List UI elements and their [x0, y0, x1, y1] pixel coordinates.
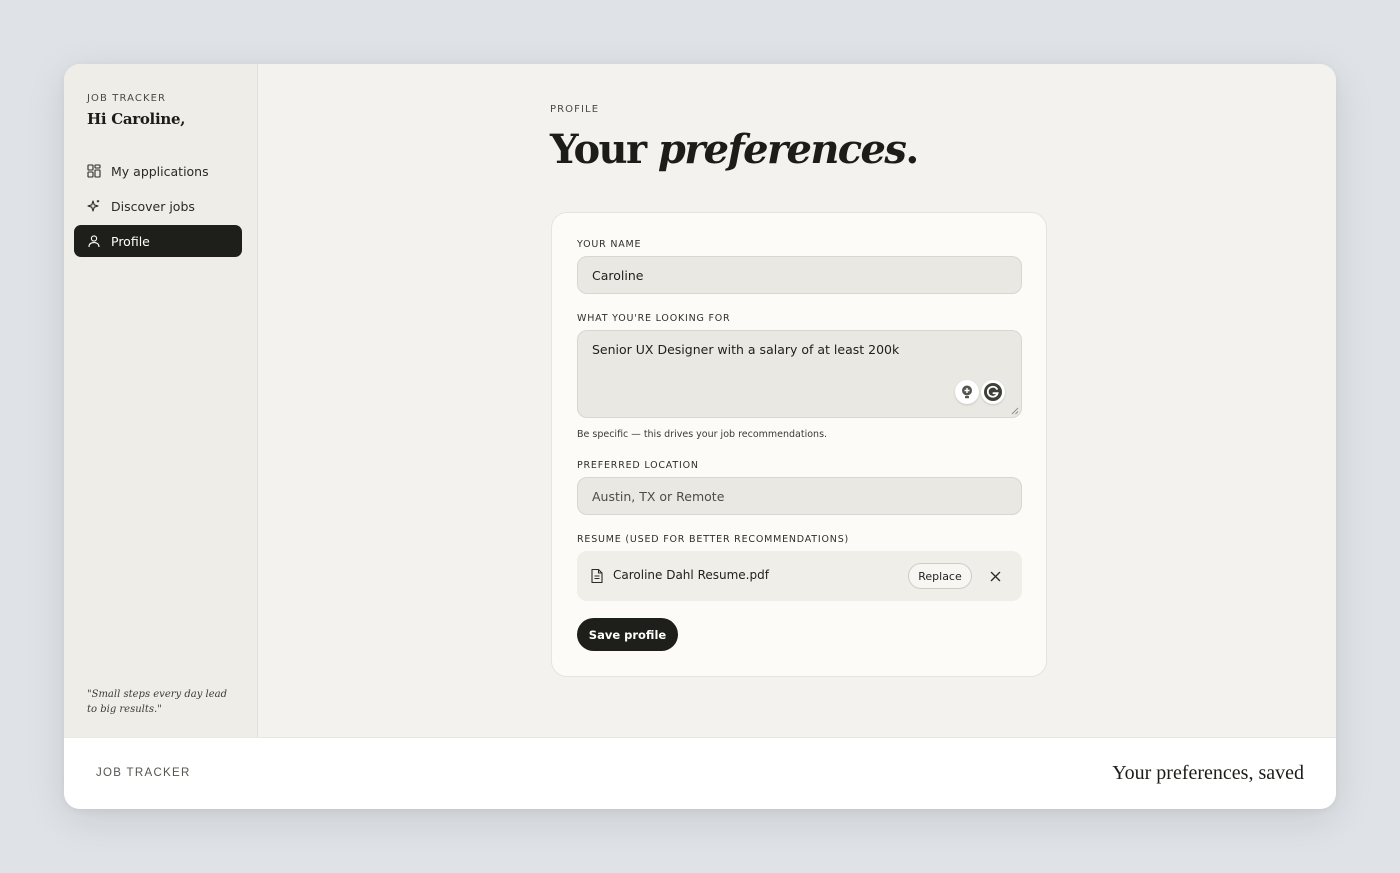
- resume-label: RESUME (USED FOR BETTER RECOMMENDATIONS): [577, 534, 850, 545]
- save-profile-button[interactable]: Save profile: [577, 618, 678, 651]
- title-plain: Your: [550, 126, 658, 173]
- page-eyebrow: PROFILE: [550, 104, 600, 115]
- sparkle-icon: [87, 200, 100, 212]
- sidebar-item-label: Profile: [111, 233, 150, 249]
- hint-bulb-icon[interactable]: [955, 380, 979, 404]
- footer-status: Your preferences, saved: [1112, 762, 1304, 784]
- footer-brand: JOB TRACKER: [96, 767, 191, 779]
- location-label: PREFERRED LOCATION: [577, 460, 699, 471]
- name-label: YOUR NAME: [577, 239, 642, 250]
- close-icon: [990, 571, 1000, 581]
- sidebar-item-label: My applications: [111, 163, 209, 179]
- looking-for-hint: Be specific — this drives your job recom…: [577, 429, 828, 440]
- extension-icons: [955, 379, 1005, 405]
- grid-icon: [87, 164, 101, 178]
- resize-grip-icon[interactable]: [1011, 407, 1019, 415]
- sidebar-quote: "Small steps every day lead to big resul…: [87, 689, 228, 715]
- name-field[interactable]: [577, 256, 1022, 294]
- main-content: PROFILE Your preferences. YOUR NAME WHAT…: [259, 64, 1336, 737]
- user-icon: [88, 235, 100, 248]
- title-italic: preferences: [657, 126, 907, 173]
- sidebar-item-label: Discover jobs: [111, 198, 195, 214]
- title-end: .: [905, 126, 919, 173]
- grammarly-icon[interactable]: [981, 380, 1005, 404]
- replace-resume-button[interactable]: Replace: [908, 563, 972, 589]
- remove-resume-button[interactable]: [987, 568, 1003, 584]
- sidebar-item-discover-jobs[interactable]: Discover jobs: [74, 190, 242, 222]
- location-field[interactable]: [577, 477, 1022, 515]
- app-window: JOB TRACKER Hi Caroline, My applications…: [64, 64, 1336, 809]
- resume-filename: Caroline Dahl Resume.pdf: [613, 568, 769, 582]
- looking-for-value: Senior UX Designer with a salary of at l…: [592, 342, 900, 357]
- resume-attachment: Caroline Dahl Resume.pdf Replace: [577, 551, 1022, 601]
- sidebar-nav: My applications Discover jobs Profile: [74, 155, 242, 260]
- page-title: Your preferences.: [550, 126, 919, 173]
- sidebar-brand: JOB TRACKER: [87, 93, 167, 104]
- footer-bar: JOB TRACKER Your preferences, saved: [64, 737, 1336, 809]
- document-icon: [591, 568, 603, 584]
- sidebar-item-my-applications[interactable]: My applications: [74, 155, 242, 187]
- preferences-form: YOUR NAME WHAT YOU'RE LOOKING FOR Senior…: [551, 212, 1047, 677]
- sidebar-item-profile[interactable]: Profile: [74, 225, 242, 257]
- looking-for-label: WHAT YOU'RE LOOKING FOR: [577, 313, 731, 324]
- sidebar-greeting: Hi Caroline,: [87, 110, 186, 128]
- sidebar: JOB TRACKER Hi Caroline, My applications…: [64, 64, 258, 737]
